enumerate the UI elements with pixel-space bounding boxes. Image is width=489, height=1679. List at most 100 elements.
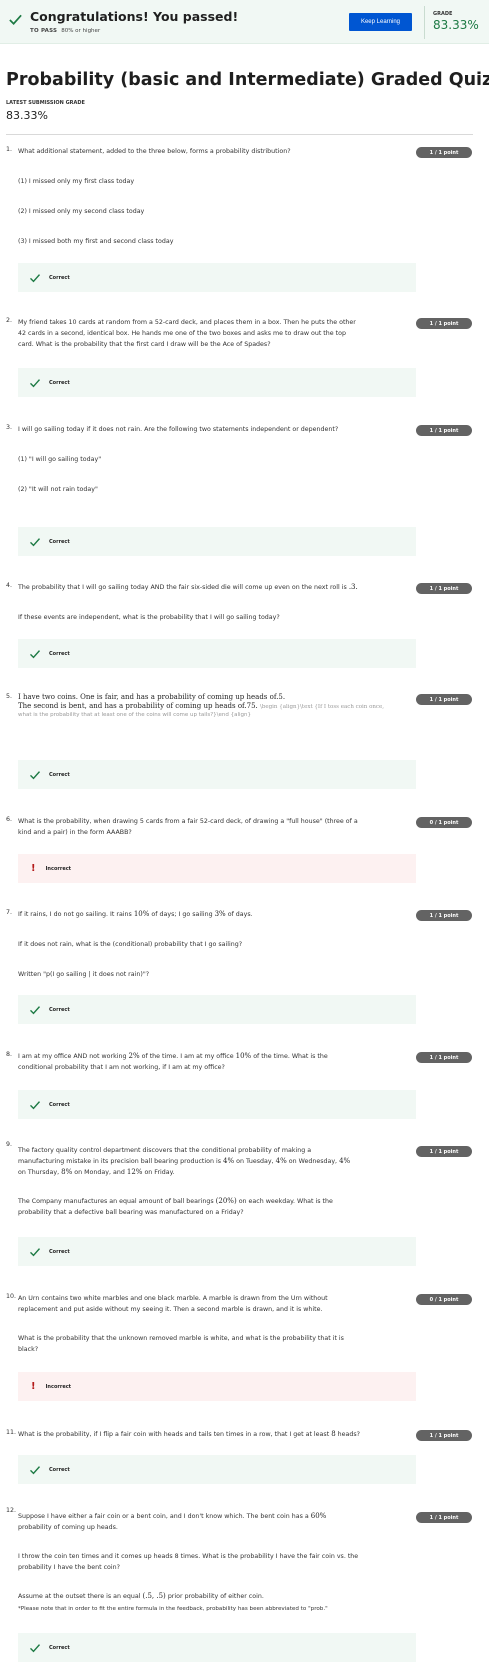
question-text: If these events are independent, what is… <box>18 614 280 621</box>
text-run: of the time. What is the <box>253 1053 328 1060</box>
feedback-incorrect: ! Incorrect <box>18 1372 416 1401</box>
math: 60% <box>310 1512 327 1520</box>
question-text: If it does not rain, what is the (condit… <box>18 941 243 948</box>
math: 8% <box>61 1168 73 1176</box>
question-text: I throw the coin ten times and it comes … <box>18 1553 359 1560</box>
feedback-correct: Correct <box>18 1633 416 1662</box>
score-badge: 1 / 1 point <box>416 425 472 436</box>
feedback-correct: Correct <box>18 1237 416 1266</box>
feedback-correct: Correct <box>18 263 416 292</box>
question-text: 42 cards in a second, identical box. He … <box>18 330 346 337</box>
text-run: heads? <box>337 1431 361 1438</box>
statement: (1) I missed only my first class today <box>18 178 135 185</box>
latest-grade-value: 83.33% <box>6 109 48 122</box>
latex-source: \begin {align}\text {If I toss each coin… <box>260 704 385 710</box>
check-icon <box>30 273 41 282</box>
math: 10% <box>235 1052 252 1060</box>
text-run: of days; I go sailing <box>151 911 213 918</box>
text-run: on Friday. <box>144 1169 175 1176</box>
text-run: on Tuesday, <box>236 1158 274 1165</box>
question-text: Suppose I have either a fair coin or a b… <box>18 1511 418 1522</box>
feedback-correct: Correct <box>18 1090 416 1119</box>
question-text: replacement and put aside without my see… <box>18 1306 323 1313</box>
pass-title: Congratulations! You passed! <box>30 9 239 24</box>
text-run: of days. <box>227 911 253 918</box>
grade-value: 83.33% <box>433 18 479 32</box>
check-icon <box>30 1005 41 1014</box>
question-number: 4. <box>6 582 13 589</box>
question-text: card. What is the probability that the f… <box>18 341 271 348</box>
text-run: The Company manufactures an equal amount… <box>18 1198 214 1205</box>
math: (.5, .5) <box>142 1592 166 1600</box>
score-badge: 1 / 1 point <box>416 1430 472 1441</box>
to-pass-info: TO PASS 80% or higher <box>30 28 100 34</box>
question-text: My friend takes 10 cards at random from … <box>18 319 356 326</box>
latest-grade-label: LATEST SUBMISSION GRADE <box>6 100 85 106</box>
score-badge: 1 / 1 point <box>416 1512 472 1523</box>
text-run: Suppose I have either a fair coin or a b… <box>18 1513 309 1520</box>
exclamation-icon: ! <box>31 1380 36 1392</box>
check-icon <box>30 537 41 546</box>
statement: (1) "I will go sailing today" <box>18 456 102 463</box>
feedback-correct: Correct <box>18 527 416 556</box>
feedback-label: Incorrect <box>45 1383 72 1390</box>
math: .3. <box>348 583 358 591</box>
text-run: manufacturing mistake in its precision b… <box>18 1158 221 1165</box>
question-number: 11. <box>6 1429 17 1436</box>
score-badge: 1 / 1 point <box>416 694 472 705</box>
check-icon <box>30 1643 41 1652</box>
feedback-correct: Correct <box>18 639 416 668</box>
statement: (2) "It will not rain today" <box>18 486 98 493</box>
feedback-label: Correct <box>49 274 70 281</box>
question-number: 9. <box>6 1141 13 1148</box>
check-icon <box>30 1465 41 1474</box>
question-text: What is the probability that the unknown… <box>18 1335 344 1342</box>
check-icon <box>30 1100 41 1109</box>
text-run: I am at my office AND not working <box>18 1053 127 1060</box>
math: .75. <box>244 702 258 710</box>
question-text: probability I have the bent coin? <box>18 1564 120 1571</box>
quiz-title: Probability (basic and Intermediate) Gra… <box>6 70 489 90</box>
feedback-label: Correct <box>49 650 70 657</box>
score-badge: 1 / 1 point <box>416 318 472 329</box>
question-text: kind and a pair) in the form AAABB? <box>18 829 132 836</box>
text-run: If it rains, I do not go sailing. It rai… <box>18 911 132 918</box>
question-text: I will go sailing today if it does not r… <box>18 426 339 433</box>
math: 4% <box>275 1157 287 1165</box>
feedback-incorrect: ! Incorrect <box>18 854 416 883</box>
text-run: I have two coins. One is fair, and has a… <box>18 693 277 701</box>
feedback-label: Correct <box>49 379 70 386</box>
exclamation-icon: ! <box>31 862 36 874</box>
pass-banner: Congratulations! You passed! TO PASS 80% … <box>0 0 489 44</box>
keep-learning-button[interactable]: Keep Learning <box>349 13 412 31</box>
math: 4% <box>339 1157 351 1165</box>
question-text: on Thursday, 8% on Monday, and 12% on Fr… <box>18 1167 418 1178</box>
check-icon <box>30 1247 41 1256</box>
text-run: Assume at the outset there is an equal <box>18 1593 141 1600</box>
latex-source: what is the probability that at least on… <box>18 712 252 718</box>
question-number: 1. <box>6 146 13 153</box>
question-text: black? <box>18 1346 39 1353</box>
grade-label: GRADE <box>433 11 453 17</box>
math: 8 <box>331 1430 336 1438</box>
question-number: 5. <box>6 693 13 700</box>
question-text: I am at my office AND not working 2% of … <box>18 1051 418 1062</box>
question-text: Written "p(I go sailing | it does not ra… <box>18 971 150 978</box>
to-pass-value: 80% or higher <box>61 28 101 34</box>
text-run: on Monday, and <box>74 1169 125 1176</box>
feedback-label: Correct <box>49 771 70 778</box>
question-text: An Urn contains two white marbles and on… <box>18 1295 328 1302</box>
question-text: manufacturing mistake in its precision b… <box>18 1156 418 1167</box>
feedback-label: Correct <box>49 1006 70 1013</box>
feedback-label: Correct <box>49 1248 70 1255</box>
question-number: 2. <box>6 317 13 324</box>
text-run: on Thursday, <box>18 1169 60 1176</box>
text-run: The second is bent, and has a probabilit… <box>18 702 245 710</box>
question-text: Assume at the outset there is an equal (… <box>18 1591 418 1602</box>
check-icon <box>30 770 41 779</box>
note-text: *Please note that in order to fit the en… <box>18 1606 328 1612</box>
text-run: on Wednesday, <box>288 1158 338 1165</box>
feedback-label: Correct <box>49 1644 70 1651</box>
math: .5. <box>276 693 286 701</box>
score-badge: 0 / 1 point <box>416 817 472 828</box>
